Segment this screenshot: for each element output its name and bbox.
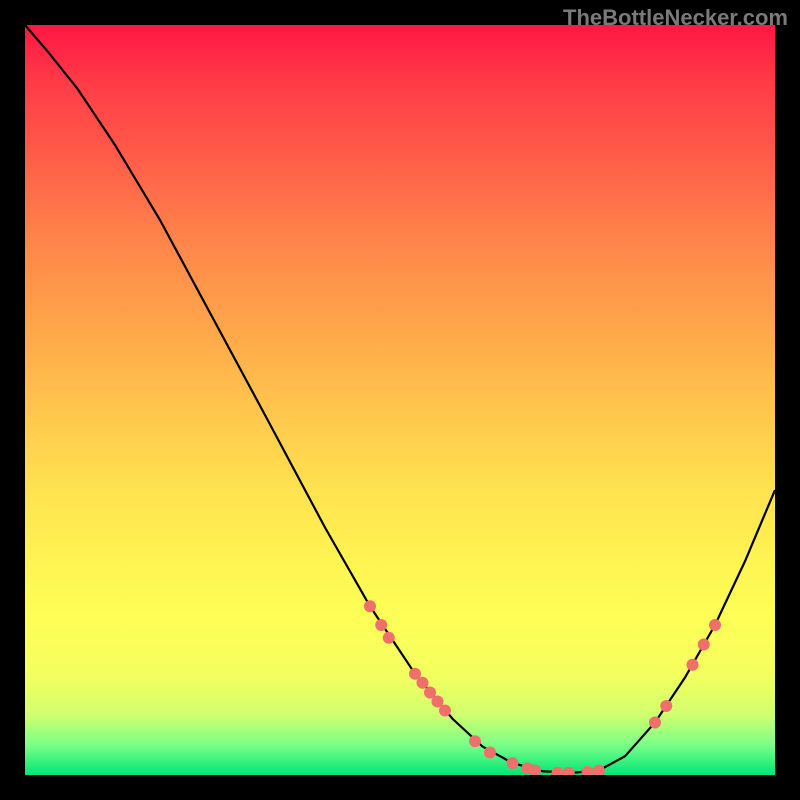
data-marker [563,767,575,775]
data-marker [507,757,519,769]
data-marker [649,717,661,729]
curve-line [25,25,775,773]
plot-area [25,25,775,775]
data-marker [552,767,564,775]
data-marker [687,659,699,671]
chart-svg [25,25,775,775]
data-marker [709,619,721,631]
data-marker [698,639,710,651]
data-marker [660,700,672,712]
data-markers [364,600,721,775]
data-marker [484,747,496,759]
chart-container: TheBottleNecker.com [0,0,800,800]
data-marker [383,632,395,644]
data-marker [582,766,594,775]
data-marker [417,677,429,689]
data-marker [469,735,481,747]
watermark-text: TheBottleNecker.com [563,5,788,31]
data-marker [439,705,451,717]
data-marker [364,600,376,612]
data-marker [375,619,387,631]
data-marker [593,765,605,776]
